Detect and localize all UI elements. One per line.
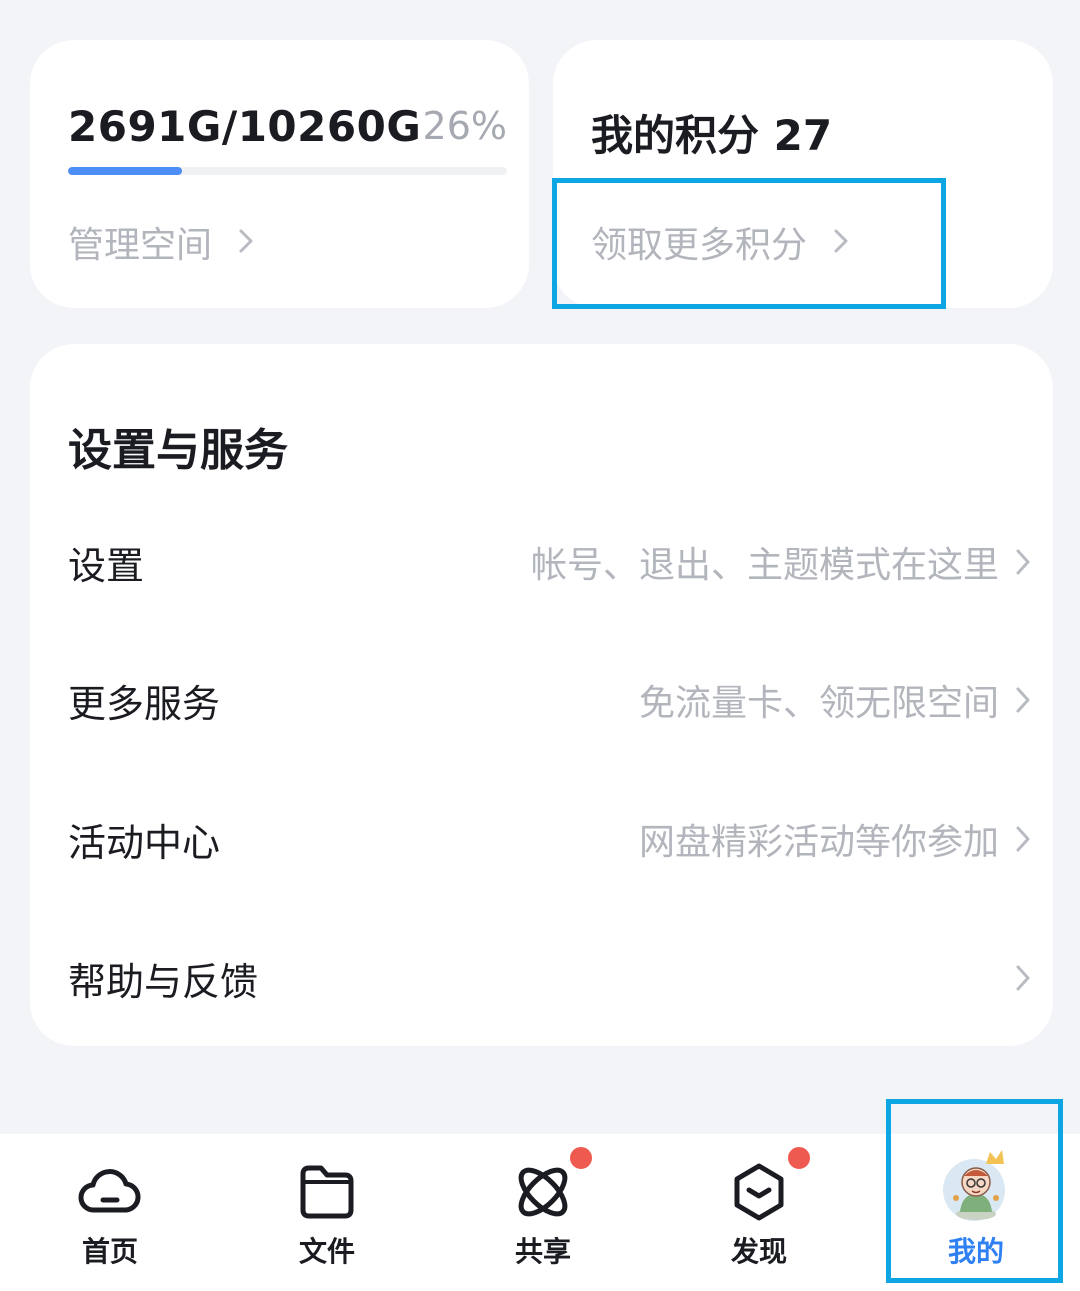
menu-item-label: 帮助与反馈 [68, 959, 259, 1004]
menu-item-more-services[interactable]: 更多服务 免流量卡、领无限空间 [30, 660, 1053, 740]
orbit-icon [509, 1158, 577, 1226]
tab-home[interactable]: 首页 [30, 1134, 190, 1291]
storage-percent: 26% [422, 104, 507, 148]
menu-item-desc: 帐号、退出、主题模式在这里 [530, 545, 999, 586]
menu-item-label: 活动中心 [68, 820, 221, 865]
menu-item-label: 设置 [68, 543, 145, 588]
tab-label: 共享 [514, 1235, 571, 1268]
cloud-icon [76, 1158, 144, 1226]
menu-item-label: 更多服务 [68, 681, 221, 726]
tab-label: 发现 [730, 1235, 787, 1268]
highlight-box [552, 178, 946, 309]
menu-item-settings[interactable]: 设置 帐号、退出、主题模式在这里 [30, 522, 1053, 602]
tab-label: 首页 [81, 1235, 138, 1268]
chevron-right-icon [1015, 964, 1031, 996]
notification-badge [567, 1144, 595, 1172]
manage-space-link[interactable]: 管理空间 [68, 216, 254, 268]
folder-icon [293, 1158, 361, 1226]
manage-space-label: 管理空间 [68, 225, 213, 266]
highlight-box [886, 1099, 1063, 1283]
section-title: 设置与服务 [68, 425, 288, 476]
chevron-right-icon [1015, 825, 1031, 857]
storage-card: 2691G/10260G 26% 管理空间 [30, 40, 529, 308]
menu-item-activity-center[interactable]: 活动中心 网盘精彩活动等你参加 [30, 799, 1053, 879]
tab-label: 文件 [298, 1235, 355, 1268]
storage-progress-fill [68, 167, 183, 175]
settings-services-card: 设置与服务 设置 帐号、退出、主题模式在这里 更多服务 免流量卡、领无限空间 活… [30, 344, 1053, 1046]
points-title: 我的积分 27 [591, 111, 833, 160]
chevron-right-icon [238, 222, 254, 263]
chevron-right-icon [1015, 686, 1031, 718]
storage-progress-bar [68, 167, 507, 175]
tab-discover[interactable]: 发现 [679, 1134, 839, 1291]
tab-share[interactable]: 共享 [463, 1134, 623, 1291]
menu-item-desc: 网盘精彩活动等你参加 [638, 822, 999, 863]
storage-usage-text: 2691G/10260G [68, 102, 422, 151]
tab-files[interactable]: 文件 [247, 1134, 407, 1291]
cube-icon [725, 1158, 793, 1226]
chevron-right-icon [1015, 548, 1031, 580]
notification-badge [785, 1144, 813, 1172]
menu-item-desc: 免流量卡、领无限空间 [638, 683, 999, 724]
menu-item-help-feedback[interactable]: 帮助与反馈 [30, 938, 1053, 1018]
